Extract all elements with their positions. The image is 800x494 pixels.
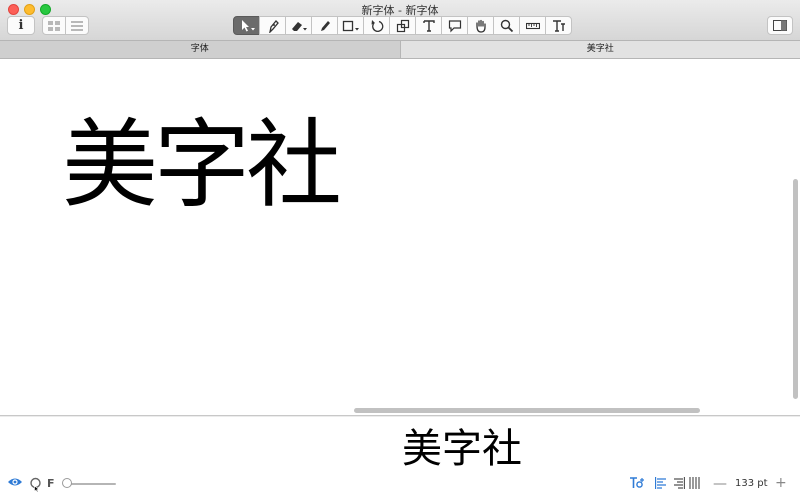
hand-tool-button[interactable]: [467, 16, 494, 35]
toolbar: 新字体 - 新字体 i: [0, 0, 800, 41]
pencil-tool-button[interactable]: [311, 16, 338, 35]
glyph-text-tool-button[interactable]: [545, 16, 572, 35]
preview-size-slider-knob[interactable]: [62, 478, 72, 488]
bottom-bar: F — 133 pt +: [0, 474, 800, 494]
preview-size-slider-track[interactable]: [66, 483, 116, 485]
decrease-size-button[interactable]: —: [713, 477, 727, 491]
tab-bar: 字体 美字社: [0, 41, 800, 59]
scale-tool-button[interactable]: [389, 16, 416, 35]
rotate-icon: [371, 19, 383, 32]
edit-canvas[interactable]: 美字社: [0, 59, 800, 416]
sidebar-icon: [773, 20, 787, 31]
align-left-button[interactable]: [655, 477, 667, 489]
grid-view-button[interactable]: [42, 16, 66, 35]
speech-bubble-icon: [448, 19, 461, 32]
pointer-icon: [241, 19, 255, 31]
info-button[interactable]: i: [7, 16, 35, 35]
canvas-text[interactable]: 美字社: [62, 105, 342, 225]
list-view-button[interactable]: [65, 16, 89, 35]
eraser-icon: [291, 21, 307, 31]
info-icon: i: [18, 18, 24, 33]
vertical-text-icon: [689, 477, 700, 489]
align-right-icon: [674, 477, 685, 489]
hand-icon: [475, 19, 486, 33]
preview-toggle-button[interactable]: [7, 476, 23, 488]
align-right-button[interactable]: [673, 477, 685, 489]
text-options-button[interactable]: [629, 477, 645, 489]
app-window: 新字体 - 新字体 i 字体 美字社 美字社 美字社 F — 133 pt +: [0, 0, 800, 494]
vertical-scrollbar[interactable]: [793, 179, 798, 399]
pointer-tool-button[interactable]: [233, 16, 260, 35]
zoom-icon: [500, 19, 513, 32]
pen-icon: [268, 19, 279, 33]
text-tool-button[interactable]: [415, 16, 442, 35]
text-tool-icon: [422, 19, 435, 32]
horizontal-scrollbar[interactable]: [354, 408, 700, 413]
scale-icon: [396, 19, 409, 32]
magnifier-icon: [30, 477, 41, 492]
sidebar-toggle-button[interactable]: [767, 16, 793, 35]
text-direction-icon: [630, 477, 644, 488]
preview-zoom-button[interactable]: [29, 476, 45, 492]
annotation-tool-button[interactable]: [441, 16, 468, 35]
rectangle-icon: [342, 20, 359, 31]
font-size-value: 133 pt: [735, 478, 768, 489]
rotate-tool-button[interactable]: [363, 16, 390, 35]
ruler-icon: [525, 22, 540, 29]
measure-tool-button[interactable]: [519, 16, 546, 35]
pencil-icon: [320, 20, 330, 31]
pen-tool-button[interactable]: [259, 16, 286, 35]
eye-icon: [8, 478, 22, 486]
grid-icon: [48, 20, 60, 31]
fill-toggle-button[interactable]: F: [47, 477, 55, 490]
zoom-tool-button[interactable]: [493, 16, 520, 35]
list-icon: [71, 20, 83, 31]
vertical-layout-button[interactable]: [689, 477, 701, 489]
shape-tool-button[interactable]: [337, 16, 364, 35]
increase-size-button[interactable]: +: [775, 476, 787, 490]
preview-text: 美字社: [402, 426, 522, 472]
tab-font[interactable]: 字体: [0, 41, 400, 58]
tab-meizishe[interactable]: 美字社: [399, 41, 800, 58]
eraser-tool-button[interactable]: [285, 16, 312, 35]
align-left-icon: [655, 477, 666, 489]
glyph-text-icon: [552, 19, 565, 32]
